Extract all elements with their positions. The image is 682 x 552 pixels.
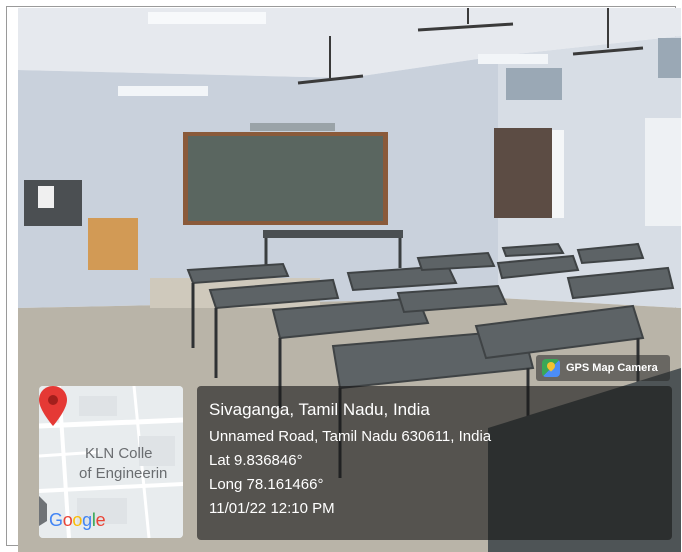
latitude-line: Lat 9.836846° — [209, 452, 303, 469]
gps-map-camera-badge: GPS Map Camera — [536, 355, 670, 381]
location-pin-icon — [39, 386, 67, 426]
wall-light — [118, 86, 208, 96]
curtain — [494, 128, 552, 218]
google-logo-letter: G — [49, 510, 63, 530]
google-logo-letter: o — [62, 510, 73, 530]
map-place-label: KLN Colle of Engineerin — [79, 444, 183, 484]
badge-text: GPS Map Camera — [566, 362, 658, 374]
map-thumbnail[interactable]: KLN Colle of Engineerin Google — [39, 386, 183, 538]
datetime-line: 11/01/22 12:10 PM — [209, 500, 335, 517]
wall-light — [478, 54, 548, 64]
google-logo: Google — [49, 510, 106, 531]
map-label-line1: KLN Colle — [85, 445, 153, 462]
address-line: Unnamed Road, Tamil Nadu 630611, India — [209, 428, 492, 445]
google-logo-letter: g — [82, 510, 92, 530]
window — [506, 68, 562, 100]
location-title: Sivaganga, Tamil Nadu, India — [209, 400, 430, 419]
google-logo-letter: o — [72, 510, 83, 530]
gps-camera-icon — [542, 359, 560, 377]
longitude-line: Long 78.161466° — [209, 476, 324, 493]
ceiling-light — [148, 12, 266, 24]
teacher-table — [263, 230, 403, 238]
google-logo-letter: e — [95, 510, 106, 530]
map-label-line2: of Engineerin — [79, 465, 168, 482]
window — [645, 118, 681, 226]
chalkboard — [183, 132, 388, 225]
board-light — [250, 123, 335, 131]
wooden-cabinet — [88, 218, 138, 270]
location-info-panel: Sivaganga, Tamil Nadu, India Unnamed Roa… — [197, 386, 672, 540]
